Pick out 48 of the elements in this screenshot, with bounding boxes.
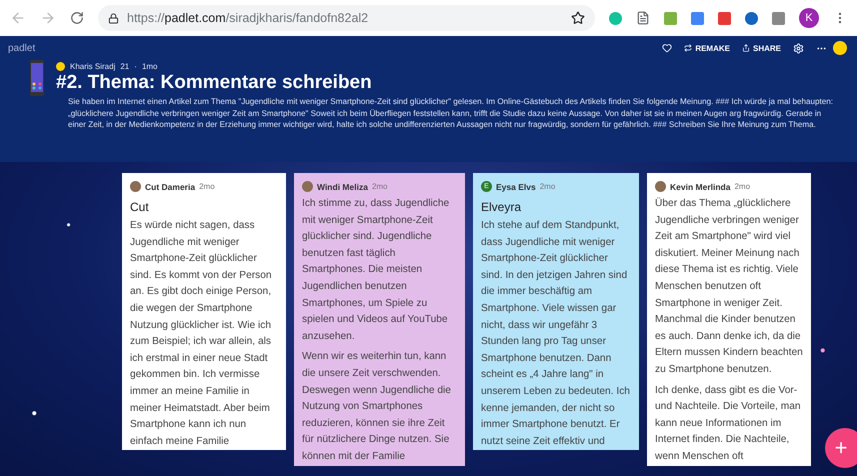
author-avatar [56, 62, 65, 71]
extension-icon[interactable] [772, 12, 785, 24]
document-icon[interactable] [636, 11, 650, 25]
post-card[interactable] [647, 173, 811, 466]
profile-avatar[interactable]: K [799, 8, 819, 28]
extension-icon[interactable] [745, 12, 758, 24]
avatar-icon [302, 181, 313, 192]
author-name: Cut Dameria [145, 182, 196, 192]
author-name: Eysa Elvs [496, 182, 536, 192]
post-text: Es würde nicht sagen, dass Jugendliche mit weniger Smartphone-Zeit glücklicher sind. Es kommt von der Person an. Es gibt doch einige Person, die wegen der Smartphone Nutzung glücklicher ist. Wie ich zum Beispiel; ich war allein, als ich erstmal in einer neue Stadt gekommen bin. Ich vermisse immer an meine Familie in meiner Heimatstadt. Aber beim Smartphone kann ich nun einfach meine Familie [130, 219, 273, 449]
padlet-logo[interactable]: padlet [8, 42, 656, 54]
post-time: 2mo [540, 182, 556, 191]
author-name: Kharis Siradj [70, 62, 116, 71]
like-count: 21 [120, 62, 130, 71]
lock-icon [108, 12, 119, 24]
post-text: Wenn wir es weiterhin tun, kann die unsere Zeit verschwenden. Deswegen wenn Jugendliche die Nutzung von Smartphones reduzieren, können sie ihre Zeit für nützlichere Dinge nutzen. Sie können mit der Familie [302, 350, 452, 464]
repeat-icon [684, 44, 692, 52]
author-name: Windi Meliza [317, 182, 368, 192]
post-text: Ich stehe auf dem Standpunkt, dass Jugendliche mit weniger Smartphone-Zeit glücklicher sind. In den jetzigen Jahren sind die immer beschäftig am Smartphone. Viele wissen gar nicht, dass wir ungefähr 3 Stunden lang pro Tag unser Smartphone benutzen. Dann scheint es „4 Jahre lang" in unserem Leben zu bedeuten. Ich kenne jemanden, der nicht so immer Smartphone benutzt. Er nutzt seine Zeit effektiv und [481, 219, 631, 449]
add-post-button[interactable]: + [825, 428, 857, 468]
post-card[interactable] [122, 173, 286, 450]
reload-icon[interactable] [70, 11, 84, 25]
header-action[interactable]: SHARE [736, 44, 787, 52]
post-title: Elveyra [481, 200, 522, 214]
avatar-icon [130, 181, 141, 192]
board-description: Sie haben im Internet einen Artikel zum Thema "Jugendliche mit weniger Smartphone-Zeit sind glücklicher" gelesen. Im Online-Gästebuch des Artikels finden Sie folgende Meinung. ### Ich würde ja mal behaupten: „glücklichere Jugendliche verbringen weniger Zeit am Smartphone" Soweit ich beim Überfliegen feststellen kann, trifft die Studie dazu keine Aussage. Von daher ist sie in meinen Augen arg fragwürdig. Gerade in einer Zeit, in der Medienkompetenz in der Erziehung immer wichtiger wird, halte ich solche undifferenzierten Aussagen nicht nur fragwürdig, sondern für gefährlich. ### Schreiben Sie Ihre Meinung zum Thema. [67, 96, 834, 130]
author-name: Kevin Merlinda [670, 182, 730, 192]
post-text: Über das Thema „glücklichere Jugendliche verbringen weniger Zeit am Smartphone" wird viel diskutiert. Meiner Meinung nach diese Thema ist es richtig. Viele Menschen benutzen oft Smartphone in weniger Zeit. Manchmal die Kinder benutzen es auch. Dann denke ich, da die Eltern mussen Kindern beachten zu Smartphone benutzen. [655, 196, 803, 377]
post-time: 2mo [199, 182, 215, 191]
post-text: Ich denke, dass gibt es die Vor- und Nachteile. Die Vorteile, man kann neue Informationen im Internet finden. Die Nachteile, wenn Menschen oft [655, 384, 802, 464]
bookmark-star-icon[interactable] [571, 11, 585, 25]
separator: · [134, 62, 137, 71]
post-text: Ich stimme zu, dass Jugendliche mit weniger Smartphone-Zeit glücklicher sind. Jugendliche benutzen fast täglich Smartphones. Die meisten Jugendlichen benutzen Smartphones, um Spiele zu spielen und Videos auf YouTube anzusehen. [302, 197, 450, 344]
extension-icon[interactable] [691, 12, 704, 24]
post-time: 1mo [142, 62, 158, 71]
board-title: #2. Thema: Kommentare schreiben [56, 72, 372, 94]
header-action[interactable]: REMAKE [678, 44, 736, 52]
post-card[interactable] [473, 173, 639, 450]
extension-icon[interactable] [718, 12, 731, 24]
share-icon [742, 44, 750, 52]
avatar-icon [655, 181, 666, 192]
smartphone-icon [30, 60, 44, 96]
post-card[interactable] [294, 173, 465, 466]
post-time: 2mo [734, 182, 750, 191]
url-field[interactable]: https://padlet.com/siradjkharis/fandofn82al2 [98, 5, 595, 31]
post-title: Cut [130, 200, 150, 214]
post-time: 2mo [372, 182, 388, 191]
user-avatar[interactable] [833, 41, 847, 55]
